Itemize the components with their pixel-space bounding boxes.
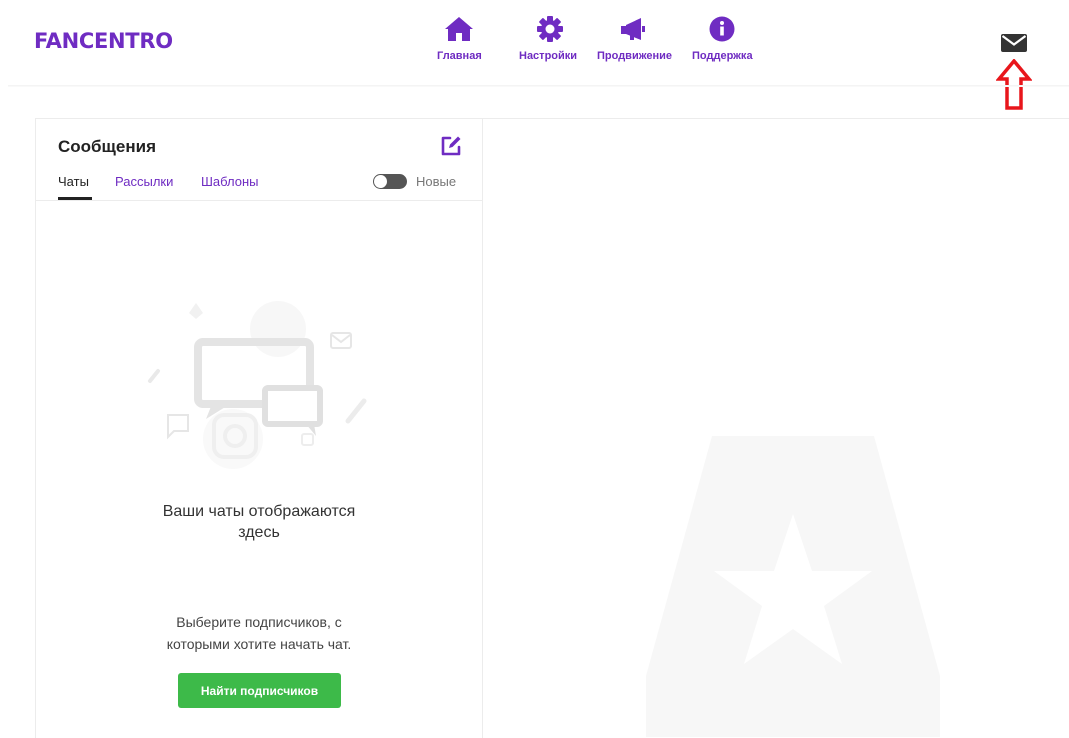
tabs-divider [36,200,482,201]
header-divider [8,85,1069,87]
nav-support[interactable]: Поддержка [692,16,753,62]
fancentro-logo[interactable]: FANCENTRO [34,29,173,53]
top-header: FANCENTRO Главная Настройки Продвижение [0,0,1069,110]
nav-home[interactable]: Главная [437,16,482,62]
megaphone-icon [620,18,645,40]
gear-icon [536,16,563,42]
tab-templates[interactable]: Шаблоны [201,174,259,189]
nav-promotion-label: Продвижение [597,50,673,62]
empty-state-title: Ваши чаты отображаются здесь [36,501,482,543]
panel-title: Сообщения [58,137,156,156]
info-icon [709,16,735,42]
empty-title-line2: здесь [238,524,280,541]
empty-state-description: Выберите подписчиков, с которыми хотите … [36,611,482,655]
nav-settings-label: Настройки [519,50,578,62]
empty-desc-line1: Выберите подписчиков, с [176,614,342,630]
new-only-toggle[interactable] [373,174,407,189]
empty-desc-line2: которыми хотите начать чат. [166,636,352,652]
toggle-knob [374,175,387,188]
envelope-icon[interactable] [1001,33,1027,53]
compose-edit-icon[interactable] [440,135,462,157]
toggle-label: Новые [416,174,457,189]
find-subscribers-button[interactable]: Найти подписчиков [178,673,341,708]
tab-chats[interactable]: Чаты [58,174,89,189]
empty-title-line1: Ваши чаты отображаются [162,503,356,520]
tab-mailings[interactable]: Рассылки [115,174,173,189]
nav-promotion[interactable]: Продвижение [597,16,672,62]
conversation-area-divider [482,118,1069,119]
nav-support-label: Поддержка [692,50,753,62]
nav-settings[interactable]: Настройки [519,16,577,62]
star-watermark-icon [646,436,940,737]
empty-chats-illustration [148,301,367,469]
messages-panel: Сообщения Чаты Рассылки Шаблоны Новые Ва… [35,118,483,738]
home-icon [445,17,474,41]
nav-home-label: Главная [437,50,482,62]
